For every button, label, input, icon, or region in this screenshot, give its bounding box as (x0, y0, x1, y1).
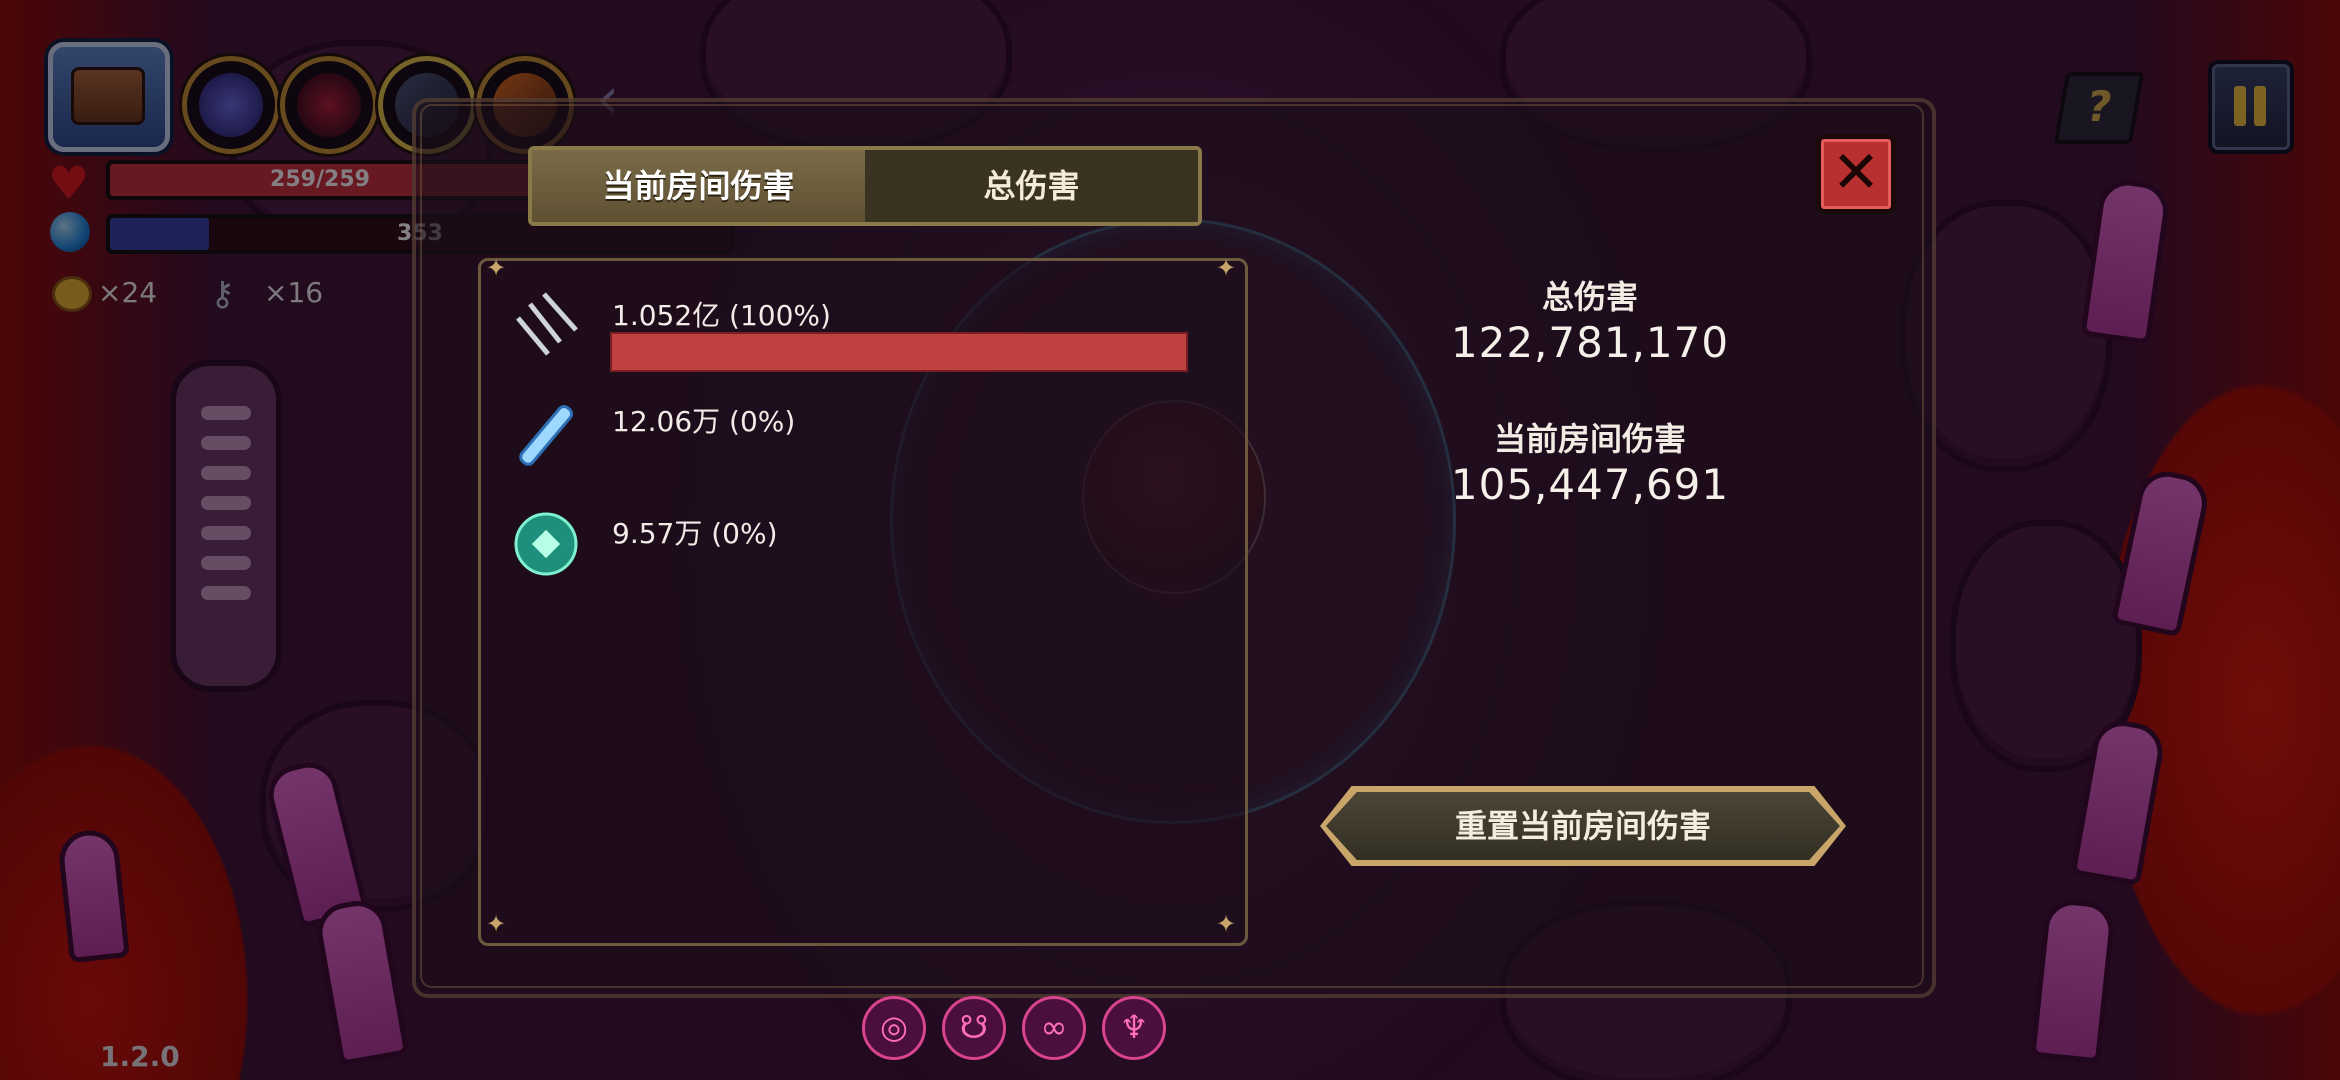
total-damage-value: 122,781,170 (1450, 318, 1730, 367)
triple-blade-icon (516, 292, 578, 356)
damage-tabs: 当前房间伤害 总伤害 (528, 146, 1202, 226)
corner-ornament: ✦ (1216, 910, 1237, 938)
total-damage-label: 总伤害 (1541, 278, 1638, 316)
reset-room-damage-label: 重置当前房间伤害 (1454, 807, 1711, 845)
corner-ornament: ✦ (486, 910, 507, 938)
damage-row-label: 9.57万 (0%) (612, 517, 778, 550)
eyes-curse-icon: ∞ (1022, 996, 1086, 1060)
tab-total-damage[interactable]: 总伤害 (865, 150, 1198, 222)
demon-curse-icon: ☋ (942, 996, 1006, 1060)
room-damage-label: 当前房间伤害 (1493, 420, 1686, 458)
total-damage-stat: 总伤害 122,781,170 (1400, 272, 1780, 367)
bottom-status-icons: ◎ ☋ ∞ ♆ (862, 996, 1166, 1060)
spiral-curse-icon: ◎ (862, 996, 926, 1060)
ice-shard-icon (519, 405, 574, 466)
room-damage-stat: 当前房间伤害 105,447,691 (1400, 414, 1780, 509)
room-damage-value: 105,447,691 (1450, 460, 1730, 509)
reset-room-damage-button[interactable]: 重置当前房间伤害 (1320, 786, 1846, 866)
damage-row-label: 1.052亿 (100%) (612, 299, 831, 332)
green-orb-icon (514, 512, 578, 576)
close-button[interactable]: ✕ (1816, 134, 1896, 214)
corner-ornament: ✦ (486, 254, 507, 282)
tab-current-room-damage[interactable]: 当前房间伤害 (532, 150, 865, 222)
damage-row-label: 12.06万 (0%) (612, 405, 796, 438)
damage-share-bar (610, 332, 1188, 372)
close-icon: ✕ (1831, 138, 1881, 206)
rune-curse-icon: ♆ (1102, 996, 1166, 1060)
corner-ornament: ✦ (1216, 254, 1237, 282)
